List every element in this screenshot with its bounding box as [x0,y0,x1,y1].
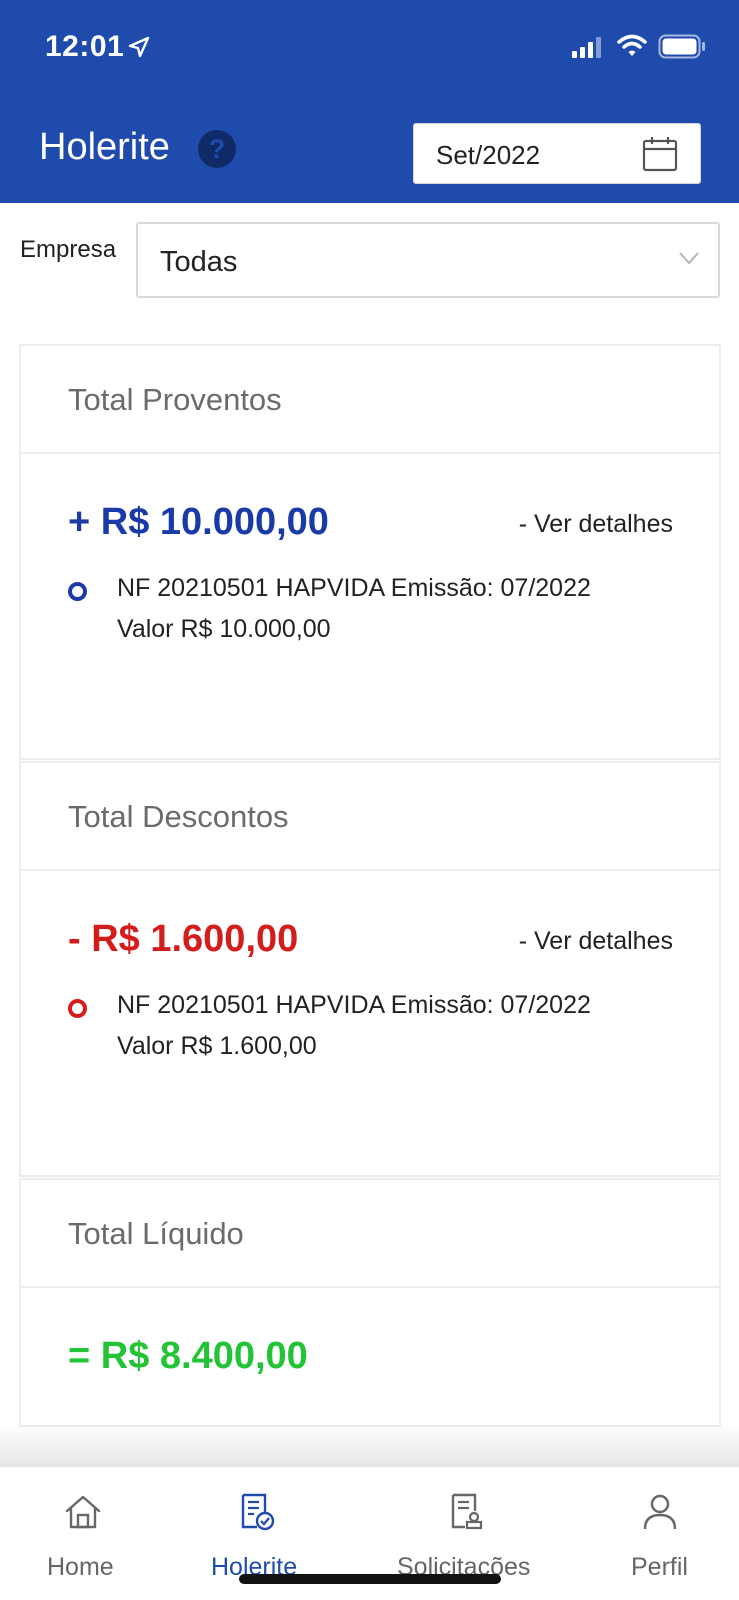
liquido-title: Total Líquido [68,1216,244,1251]
battery-icon [658,34,705,59]
descontos-card: Total Descontos - R$ 1.600,00 - Ver deta… [19,761,721,1177]
cellular-signal-icon [572,37,601,58]
calendar-icon[interactable] [642,136,678,172]
home-icon [65,1495,101,1529]
descontos-details-link[interactable]: - Ver detalhes [519,927,673,956]
descontos-card-header: Total Descontos [21,763,719,871]
tab-home-label: Home [47,1553,114,1581]
month-picker-value: Set/2022 [436,140,541,170]
tab-perfil[interactable]: Perfil [626,1467,698,1600]
empresa-label: Empresa [20,236,117,263]
empresa-select[interactable]: Todas [136,222,720,298]
proventos-card: Total Proventos + R$ 10.000,00 - Ver det… [19,344,721,760]
liquido-card-header: Total Líquido [21,1180,719,1288]
location-arrow-icon [128,36,150,58]
profile-icon [643,1494,677,1530]
proventos-title: Total Proventos [68,382,282,417]
page-title: Holerite [39,126,170,168]
home-indicator [239,1574,501,1584]
request-icon [451,1493,483,1530]
status-bar: 12:01 [0,0,739,96]
status-time: 12:01 [45,30,125,63]
tab-home[interactable]: Home [40,1467,124,1600]
proventos-item-description: NF 20210501 HAPVIDA Emissão: 07/2022 [117,574,591,602]
descontos-item-value: Valor R$ 1.600,00 [117,1032,317,1060]
descontos-item-description: NF 20210501 HAPVIDA Emissão: 07/2022 [117,991,591,1019]
proventos-amount: + R$ 10.000,00 [68,501,329,543]
liquido-amount: = R$ 8.400,00 [68,1335,308,1377]
empresa-select-value: Todas [160,246,238,278]
tab-perfil-label: Perfil [631,1553,688,1581]
wifi-icon [617,34,647,56]
chevron-down-icon [679,252,699,265]
descontos-amount: - R$ 1.600,00 [68,918,299,960]
proventos-card-header: Total Proventos [21,346,719,454]
proventos-item-value: Valor R$ 10.000,00 [117,615,331,643]
app-header: 12:01 Holerite ? Set/2022 [0,0,739,203]
month-picker[interactable]: Set/2022 [413,123,701,184]
descontos-item-bullet-icon [68,999,87,1018]
proventos-item-bullet-icon [68,582,87,601]
descontos-title: Total Descontos [68,799,289,834]
help-icon[interactable]: ? [198,130,236,168]
proventos-details-link[interactable]: - Ver detalhes [519,510,673,539]
liquido-card: Total Líquido = R$ 8.400,00 [19,1178,721,1427]
tabbar-shadow [0,1424,739,1468]
payslip-icon [241,1493,275,1531]
